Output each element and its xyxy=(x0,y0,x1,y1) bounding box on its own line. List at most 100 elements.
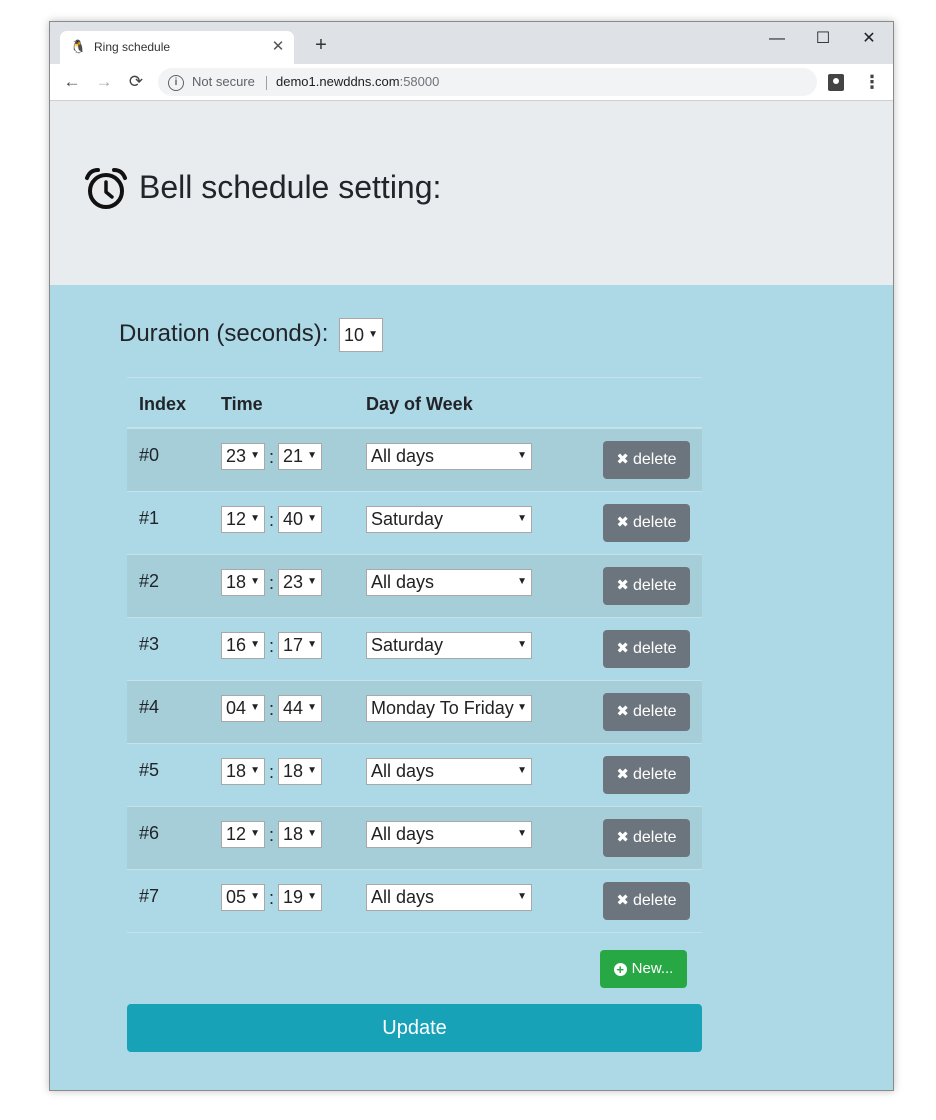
contact-card-icon[interactable] xyxy=(828,74,844,91)
duration-select[interactable]: 10 ▼ xyxy=(339,318,383,352)
menu-dots-icon[interactable]: ⋮ xyxy=(862,68,882,96)
hour-select[interactable]: 16 ▼ xyxy=(221,632,265,659)
security-status: Not secure xyxy=(192,74,255,89)
close-icon: ✖ xyxy=(616,703,629,720)
day-of-week-select[interactable]: All days ▼ xyxy=(366,758,532,785)
day-of-week-value: All days xyxy=(371,572,435,592)
chevron-down-icon: ▼ xyxy=(307,765,317,776)
delete-button[interactable]: ✖ delete xyxy=(603,441,690,479)
hour-select[interactable]: 18 ▼ xyxy=(221,758,265,785)
header-day-of-week: Day of Week xyxy=(366,394,473,414)
day-of-week-select[interactable]: Saturday ▼ xyxy=(366,506,532,533)
close-icon: ✖ xyxy=(616,514,629,531)
delete-button[interactable]: ✖ delete xyxy=(603,567,690,605)
time-separator: : xyxy=(269,447,275,467)
minimize-icon[interactable]: — xyxy=(754,26,800,52)
hour-select[interactable]: 12 ▼ xyxy=(221,821,265,848)
chevron-down-icon: ▼ xyxy=(517,891,527,902)
duration-label: Duration (seconds): xyxy=(119,320,329,347)
hour-select[interactable]: 18 ▼ xyxy=(221,569,265,596)
chevron-down-icon: ▼ xyxy=(250,450,260,461)
delete-button[interactable]: ✖ delete xyxy=(603,882,690,920)
new-tab-icon[interactable]: + xyxy=(310,34,332,56)
hour-select[interactable]: 05 ▼ xyxy=(221,884,265,911)
table-header: Index Time Day of Week xyxy=(127,377,702,429)
delete-button-label: delete xyxy=(632,892,677,909)
time-separator: : xyxy=(269,636,275,656)
day-of-week-select[interactable]: All days ▼ xyxy=(366,443,532,470)
chevron-down-icon: ▼ xyxy=(307,828,317,839)
chevron-down-icon: ▼ xyxy=(368,329,378,340)
url-port: :58000 xyxy=(399,74,440,89)
minute-select[interactable]: 19 ▼ xyxy=(278,884,322,911)
plus-circle-icon: + xyxy=(613,963,627,976)
chevron-down-icon: ▼ xyxy=(250,639,260,650)
day-of-week-select[interactable]: All days ▼ xyxy=(366,821,532,848)
time-separator: : xyxy=(269,888,275,908)
hour-value: 04 xyxy=(226,698,247,718)
title-bar: 🐧 Ring schedule ✕ + — ☐ ✕ xyxy=(50,22,893,64)
tab-title: Ring schedule xyxy=(94,40,171,54)
delete-button-label: delete xyxy=(632,766,677,783)
minute-select[interactable]: 18 ▼ xyxy=(278,821,322,848)
delete-button[interactable]: ✖ delete xyxy=(603,819,690,857)
day-of-week-select[interactable]: All days ▼ xyxy=(366,569,532,596)
row-index: #4 xyxy=(139,697,160,717)
maximize-icon[interactable]: ☐ xyxy=(800,26,846,52)
delete-button[interactable]: ✖ delete xyxy=(603,756,690,794)
tab-close-icon[interactable]: ✕ xyxy=(268,37,288,57)
browser-toolbar: ← → ⟳ i Not secure demo1.newddns.com:580… xyxy=(50,64,893,101)
minute-select[interactable]: 21 ▼ xyxy=(278,443,322,470)
chevron-down-icon: ▼ xyxy=(250,576,260,587)
back-arrow-icon[interactable]: ← xyxy=(58,68,86,96)
new-button[interactable]: + New... xyxy=(600,950,687,988)
browser-tab[interactable]: 🐧 Ring schedule ✕ xyxy=(60,31,294,64)
minute-value: 44 xyxy=(283,698,304,718)
minute-select[interactable]: 17 ▼ xyxy=(278,632,322,659)
time-separator: : xyxy=(269,825,275,845)
page-title: Bell schedule setting: xyxy=(139,169,442,205)
chevron-down-icon: ▼ xyxy=(307,639,317,650)
info-icon[interactable]: i xyxy=(168,75,184,91)
minute-select[interactable]: 44 ▼ xyxy=(278,695,322,722)
close-icon: ✖ xyxy=(616,829,629,846)
minute-value: 23 xyxy=(283,572,304,592)
minute-select[interactable]: 40 ▼ xyxy=(278,506,322,533)
minute-select[interactable]: 23 ▼ xyxy=(278,569,322,596)
hour-select[interactable]: 12 ▼ xyxy=(221,506,265,533)
close-window-icon[interactable]: ✕ xyxy=(846,26,892,52)
delete-button[interactable]: ✖ delete xyxy=(603,693,690,731)
delete-button-label: delete xyxy=(632,451,677,468)
close-icon: ✖ xyxy=(616,640,629,657)
hour-value: 23 xyxy=(226,446,247,466)
chevron-down-icon: ▼ xyxy=(517,576,527,587)
new-button-label: New... xyxy=(631,960,674,977)
time-separator: : xyxy=(269,510,275,530)
close-icon: ✖ xyxy=(616,766,629,783)
day-of-week-select[interactable]: Saturday ▼ xyxy=(366,632,532,659)
duration-value: 10 xyxy=(344,325,365,345)
update-button[interactable]: Update xyxy=(127,1004,702,1052)
minute-select[interactable]: 18 ▼ xyxy=(278,758,322,785)
day-of-week-select[interactable]: Monday To Friday ▼ xyxy=(366,695,532,722)
address-bar[interactable]: i Not secure demo1.newddns.com:58000 xyxy=(158,68,817,96)
day-of-week-select[interactable]: All days ▼ xyxy=(366,884,532,911)
hour-select[interactable]: 04 ▼ xyxy=(221,695,265,722)
hour-select[interactable]: 23 ▼ xyxy=(221,443,265,470)
browser-window: 🐧 Ring schedule ✕ + — ☐ ✕ ← → ⟳ i Not se… xyxy=(49,21,894,1091)
row-index: #6 xyxy=(139,823,160,843)
minute-value: 21 xyxy=(283,446,304,466)
reload-icon[interactable]: ⟳ xyxy=(122,68,150,96)
hour-value: 12 xyxy=(226,509,247,529)
row-index: #0 xyxy=(139,445,160,465)
row-index: #3 xyxy=(139,634,160,654)
table-row: #2 18 ▼:23 ▼ All days ▼ ✖ delete xyxy=(127,555,702,618)
delete-button[interactable]: ✖ delete xyxy=(603,630,690,668)
delete-button[interactable]: ✖ delete xyxy=(603,504,690,542)
url-host: demo1.newddns.com xyxy=(276,74,400,89)
chevron-down-icon: ▼ xyxy=(307,513,317,524)
hour-value: 12 xyxy=(226,824,247,844)
day-of-week-value: Saturday xyxy=(371,509,444,529)
row-index: #7 xyxy=(139,886,160,906)
forward-arrow-icon[interactable]: → xyxy=(90,68,118,96)
